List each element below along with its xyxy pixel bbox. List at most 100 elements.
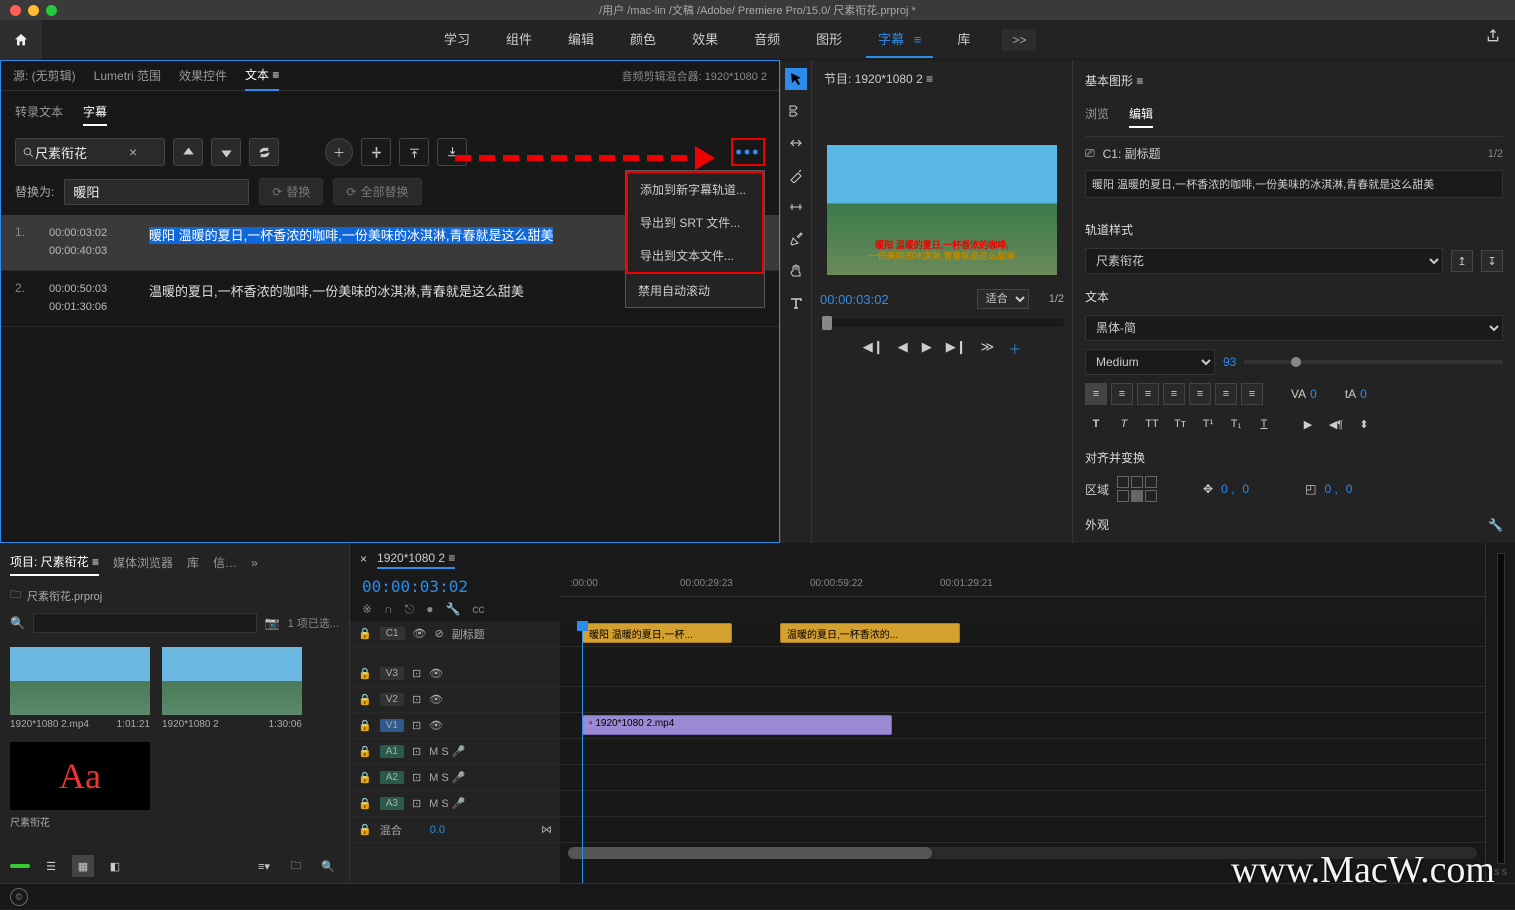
refresh-button[interactable] xyxy=(249,138,279,166)
tab-info[interactable]: 信… xyxy=(213,550,237,575)
tab-lumetri[interactable]: Lumetri 范围 xyxy=(94,61,161,90)
track-head-a3[interactable]: 🔒A3⊡ M S 🎤 xyxy=(350,791,560,817)
program-scrubber[interactable] xyxy=(820,319,1064,327)
type-tool[interactable] xyxy=(785,292,807,314)
program-monitor[interactable]: 暖阳 温暖的夏日,一杯香浓的咖啡, 一份美味的冰淇淋,青春就是这么甜美 xyxy=(827,145,1057,275)
mark-in-icon[interactable]: ◀❙ xyxy=(863,339,884,358)
more-options-button[interactable]: ••• xyxy=(731,138,765,166)
label-color-icon[interactable] xyxy=(10,864,30,868)
replace-input[interactable] xyxy=(64,179,249,205)
tab-audio[interactable]: 音频 xyxy=(742,21,792,58)
font-size[interactable]: 93 xyxy=(1223,355,1236,369)
tab-effect-controls[interactable]: 效果控件 xyxy=(179,61,227,90)
tab-effects[interactable]: 效果 xyxy=(680,21,730,58)
maximize-window[interactable] xyxy=(46,5,57,16)
share-icon[interactable] xyxy=(1485,28,1501,47)
align-center-icon[interactable]: ≡ xyxy=(1111,383,1133,405)
cc-status-icon[interactable]: © xyxy=(10,888,28,906)
marker-icon[interactable]: ● xyxy=(426,602,433,617)
workspace-overflow[interactable]: >> xyxy=(1002,29,1036,51)
home-button[interactable] xyxy=(0,20,42,60)
add-caption-button[interactable]: ＋ xyxy=(325,138,353,166)
caption-clip[interactable]: 温暖的夏日,一杯香浓的... xyxy=(780,623,960,643)
zoom-icon[interactable]: 🔍 xyxy=(317,855,339,877)
superscript-icon[interactable]: T¹ xyxy=(1197,413,1219,435)
project-search[interactable] xyxy=(33,613,257,633)
tab-editing[interactable]: 编辑 xyxy=(556,21,606,58)
menu-export-txt[interactable]: 导出到文本文件... xyxy=(628,239,762,272)
icon-view-icon[interactable]: ▦ xyxy=(72,855,94,877)
tab-overflow[interactable]: » xyxy=(251,552,258,574)
list-view-icon[interactable]: ☰ xyxy=(40,855,62,877)
bold-icon[interactable]: T xyxy=(1085,413,1107,435)
tab-color[interactable]: 颜色 xyxy=(618,21,668,58)
new-bin-icon[interactable]: 🗀 xyxy=(285,855,307,877)
caption-clip[interactable]: 暖阳 温暖的夏日,一杯... xyxy=(582,623,732,643)
align-right-icon[interactable]: ≡ xyxy=(1137,383,1159,405)
menu-export-srt[interactable]: 导出到 SRT 文件... xyxy=(628,206,762,239)
search-input[interactable] xyxy=(35,145,125,160)
menu-disable-autoscroll[interactable]: 禁用自动滚动 xyxy=(626,274,764,307)
allcaps-icon[interactable]: TT xyxy=(1141,413,1163,435)
align-justify-last-center-icon[interactable]: ≡ xyxy=(1215,383,1237,405)
tab-text[interactable]: 文本 ≡ xyxy=(245,60,279,91)
track-style-select[interactable]: 尺素衔花 xyxy=(1085,248,1443,274)
tab-media-browser[interactable]: 媒体浏览器 xyxy=(113,550,173,575)
smallcaps-icon[interactable]: Tᴛ xyxy=(1169,413,1191,435)
font-select[interactable]: 黑体-简 xyxy=(1085,315,1503,341)
add-marker-icon[interactable]: ＋ xyxy=(1008,339,1021,358)
tab-libraries[interactable]: 库 xyxy=(945,21,982,58)
close-seq-icon[interactable]: × xyxy=(360,552,367,566)
replace-button[interactable]: ⟳ 替换 xyxy=(259,178,323,205)
step-back-icon[interactable]: ◀ xyxy=(898,339,908,358)
tab-source[interactable]: 源: (无剪辑) xyxy=(13,61,76,90)
subtab-transcribe[interactable]: 转录文本 xyxy=(15,99,63,126)
egp-tab-browse[interactable]: 浏览 xyxy=(1085,101,1109,128)
weight-select[interactable]: Medium xyxy=(1085,349,1215,375)
download-style-icon[interactable]: ↧ xyxy=(1481,250,1503,272)
track-head-v3[interactable]: 🔒V3⊡👁 xyxy=(350,661,560,687)
track-head-mix[interactable]: 🔒混合 0.0⋈ xyxy=(350,817,560,843)
egp-tab-edit[interactable]: 编辑 xyxy=(1129,101,1153,128)
sequence-tab[interactable]: 1920*1080 2 ≡ xyxy=(377,549,455,569)
layer-text-input[interactable]: 暖阳 温暖的夏日,一杯香浓的咖啡,一份美味的冰淇淋,青春就是这么甜美 xyxy=(1085,170,1503,198)
track-head-a1[interactable]: 🔒A1⊡ M S 🎤 xyxy=(350,739,560,765)
bin-icon[interactable]: 📷 xyxy=(265,616,280,630)
step-fwd-icon[interactable]: ▶❙ xyxy=(946,339,967,358)
track-head-v1[interactable]: 🔒V1⊡👁 xyxy=(350,713,560,739)
subtab-captions[interactable]: 字幕 xyxy=(83,99,107,126)
sort-icon[interactable]: ≡▾ xyxy=(253,855,275,877)
close-window[interactable] xyxy=(10,5,21,16)
tab-project[interactable]: 项目: 尺素衔花 ≡ xyxy=(10,549,99,576)
program-timecode[interactable]: 00:00:03:02 xyxy=(820,292,889,307)
tab-audio-mixer[interactable]: 音频剪辑混合器: 1920*1080 2 xyxy=(621,68,767,84)
project-item[interactable]: 1920*1080 21:30:06 xyxy=(162,647,302,730)
kerning-value[interactable]: 0 xyxy=(1310,387,1317,401)
menu-add-to-track[interactable]: 添加到新字幕轨道... xyxy=(628,173,762,206)
prev-match-button[interactable] xyxy=(173,138,203,166)
timeline-tracks[interactable]: 暖阳 温暖的夏日,一杯...温暖的夏日,一杯香浓的... ▫ 1920*1080… xyxy=(560,621,1485,883)
play-icon[interactable]: ▶ xyxy=(922,339,932,358)
resolution-frac[interactable]: 1/2 xyxy=(1049,293,1064,305)
track-select-tool[interactable] xyxy=(785,100,807,122)
timeline-ruler[interactable]: :00:00 00:00:29:23 00:00:59:22 00:01:29:… xyxy=(560,575,1485,597)
slip-tool[interactable] xyxy=(785,196,807,218)
rtl-icon[interactable]: ◀¶ xyxy=(1325,413,1347,435)
wrench-icon[interactable]: 🔧 xyxy=(445,602,460,617)
razor-tool[interactable] xyxy=(785,164,807,186)
pos-y[interactable]: 0 xyxy=(1242,482,1249,496)
caption-track-head[interactable]: 🔒C1👁⊘ 副标题 xyxy=(350,621,560,647)
underline-icon[interactable]: T xyxy=(1253,413,1275,435)
minimize-window[interactable] xyxy=(28,5,39,16)
more-transport-icon[interactable]: ≫ xyxy=(981,339,995,358)
merge-up-button[interactable] xyxy=(399,138,429,166)
replace-all-button[interactable]: ⟳ 全部替换 xyxy=(333,178,421,205)
anc-x[interactable]: 0 , xyxy=(1324,482,1337,496)
freeform-view-icon[interactable]: ◧ xyxy=(104,855,126,877)
tab-learn[interactable]: 学习 xyxy=(432,21,482,58)
pen-tool[interactable] xyxy=(785,228,807,250)
ltr-icon[interactable]: ▶ xyxy=(1297,413,1319,435)
tracking-value[interactable]: 0 xyxy=(1360,387,1367,401)
align-justify-last-left-icon[interactable]: ≡ xyxy=(1189,383,1211,405)
align-left-icon[interactable]: ≡ xyxy=(1085,383,1107,405)
